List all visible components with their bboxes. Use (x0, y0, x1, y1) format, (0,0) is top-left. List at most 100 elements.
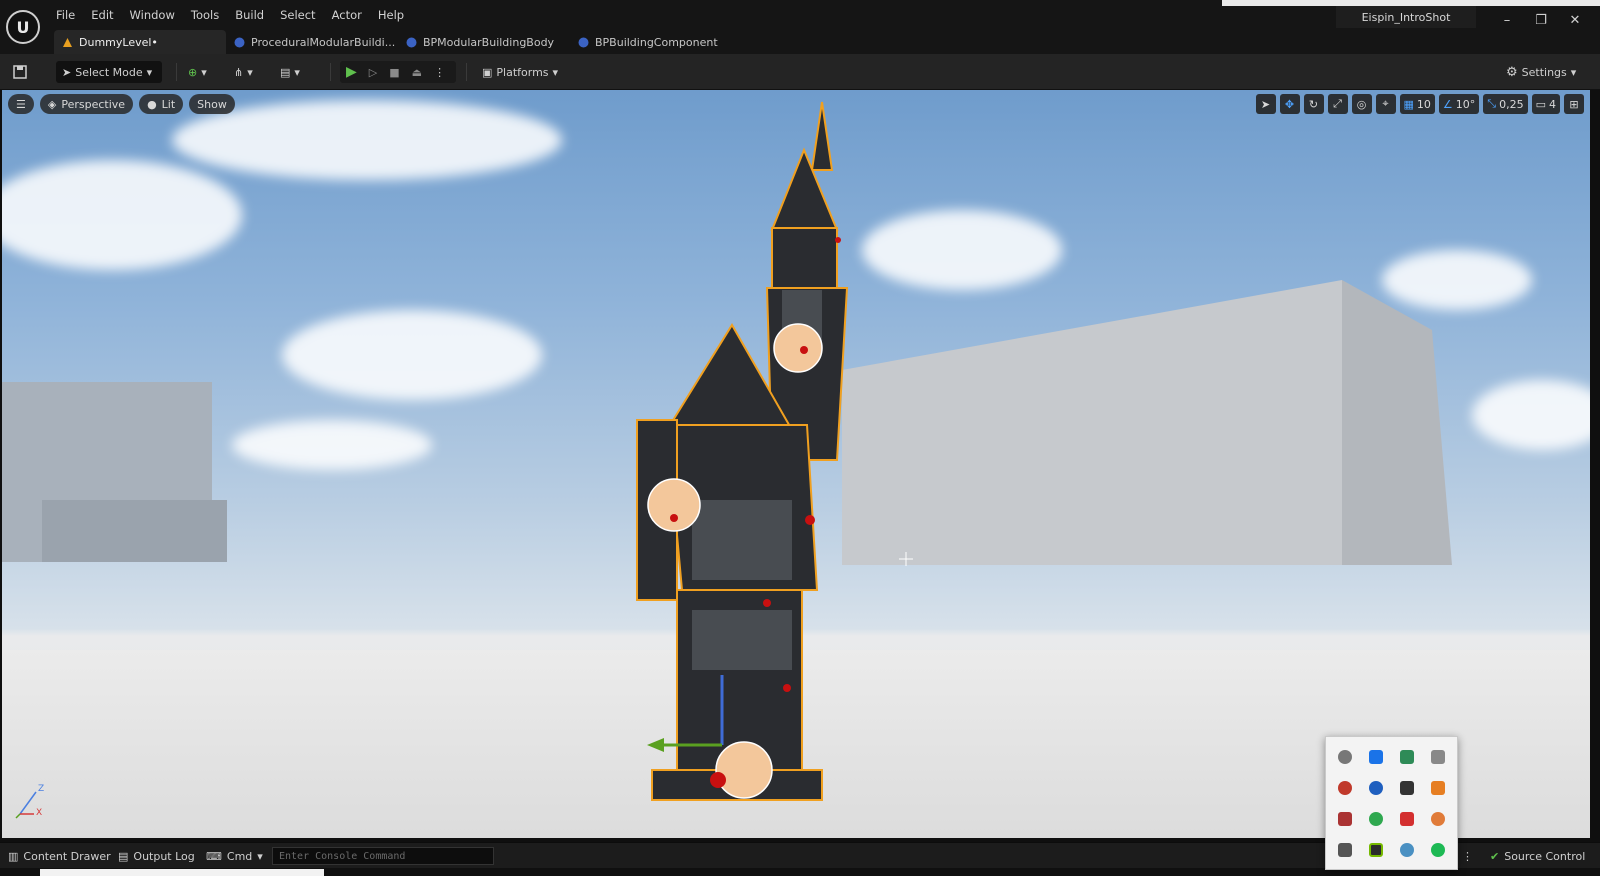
check-circle-icon: ✔ (1490, 849, 1500, 863)
unreal-logo-icon[interactable]: U (6, 10, 40, 44)
settings-dropdown[interactable]: ⚙ Settings ▾ (1506, 61, 1576, 83)
surface-snap-icon[interactable]: ⌖ (1375, 94, 1396, 114)
toolbar-divider (176, 63, 177, 81)
cmd-dropdown[interactable]: ⌨ Cmd ▾ (206, 848, 263, 864)
tab-proceduralmodularbuilding[interactable]: ProceduralModularBuildi... (226, 30, 398, 54)
select-mode-dropdown[interactable]: ➤ Select Mode ▾ (56, 61, 162, 83)
lit-button[interactable]: ● Lit (139, 94, 184, 114)
lit-label: Lit (161, 97, 176, 111)
maximize-viewport-icon[interactable]: ⊞ (1564, 94, 1584, 114)
selected-tower-building[interactable] (622, 100, 882, 820)
window-title: Eispin_IntroShot (1336, 6, 1476, 28)
restore-icon[interactable]: ❐ (1530, 10, 1552, 30)
network-icon[interactable] (1392, 834, 1423, 865)
perspective-button[interactable]: ◈ Perspective (39, 94, 134, 114)
menu-tools[interactable]: Tools (183, 6, 227, 26)
lit-sphere-icon: ● (147, 97, 157, 111)
platforms-label: Platforms (496, 65, 549, 79)
status-more-icon[interactable]: ⋮ (1462, 848, 1473, 864)
platforms-icon: ▣ (482, 65, 493, 79)
shield-icon[interactable] (1392, 741, 1423, 772)
eject-icon[interactable]: ⏏ (412, 66, 422, 79)
content-drawer-label: Content Drawer (23, 849, 111, 863)
scale-tool-icon[interactable]: ⤢ (1327, 94, 1348, 114)
cloud (1472, 380, 1590, 450)
gear-tray-icon[interactable] (1330, 741, 1361, 772)
tab-bpmodularbuildingbody[interactable]: BPModularBuildingBody (398, 30, 570, 54)
blueprint-icon (406, 37, 417, 48)
platforms-dropdown[interactable]: ▣ Platforms ▾ (482, 61, 558, 83)
source-control-button[interactable]: ✔ Source Control (1490, 848, 1585, 864)
select-tool-icon[interactable]: ➤ (1255, 94, 1276, 114)
console-command-input[interactable] (272, 847, 494, 865)
minimize-icon[interactable]: – (1496, 10, 1518, 30)
bluetooth-icon[interactable] (1361, 741, 1392, 772)
spotify-icon[interactable] (1422, 834, 1453, 865)
more-options-icon[interactable]: ⋮ (434, 66, 445, 79)
cloud (2, 160, 242, 270)
menu-select[interactable]: Select (272, 6, 323, 26)
chevron-down-icon: ▾ (552, 65, 559, 79)
cmd-label: Cmd (226, 849, 253, 863)
chevron-down-icon: ▾ (201, 65, 207, 79)
chrome-icon[interactable] (1361, 803, 1392, 834)
add-actor-button[interactable]: ⊕ ▾ (188, 61, 207, 83)
background-window-strip (40, 869, 324, 876)
hamburger-icon: ☰ (16, 97, 26, 111)
close-icon[interactable]: ✕ (1564, 10, 1586, 30)
level-viewport[interactable]: ☰ ◈ Perspective ● Lit Show ➤ ✥ ↻ ⤢ ◎ ⌖ ▦… (2, 90, 1590, 838)
paint-icon[interactable] (1330, 772, 1361, 803)
tab-label: BPBuildingComponent (595, 35, 718, 49)
viewport-options-right: ➤ ✥ ↻ ⤢ ◎ ⌖ ▦ 10 ∠ 10° ⤡ 0,25 ▭ 4 ⊞ (1255, 94, 1584, 114)
play-controls: ▶ ▷ ■ ⏏ ⋮ (340, 61, 456, 83)
display-icon[interactable] (1330, 803, 1361, 834)
usb-icon[interactable] (1422, 741, 1453, 772)
tab-bpbuildingcomponent[interactable]: BPBuildingComponent (570, 30, 742, 54)
menu-file[interactable]: File (48, 6, 83, 26)
menu-edit[interactable]: Edit (83, 6, 121, 26)
lock-icon[interactable] (1330, 834, 1361, 865)
grid-snap-button[interactable]: ▦ 10 (1399, 94, 1435, 114)
cloud (232, 420, 432, 470)
toolbar-divider (466, 63, 467, 81)
rotation-snap-value: 10° (1455, 97, 1476, 111)
save-icon[interactable] (12, 61, 28, 83)
blueprints-button[interactable]: ⋔ ▾ (234, 61, 253, 83)
rotation-snap-button[interactable]: ∠ 10° (1438, 94, 1480, 114)
settings-app-icon[interactable] (1422, 803, 1453, 834)
clapper-icon: ▤ (280, 65, 291, 79)
box-icon[interactable] (1422, 772, 1453, 803)
camera-icon: ▭ (1535, 97, 1546, 111)
rotate-tool-icon[interactable]: ↻ (1303, 94, 1324, 114)
output-log-button[interactable]: ▤ Output Log (118, 848, 195, 864)
output-log-label: Output Log (133, 849, 195, 863)
step-icon[interactable]: ▷ (369, 66, 377, 79)
cinematics-button[interactable]: ▤ ▾ (280, 61, 300, 83)
cursor-icon: ➤ (62, 65, 72, 79)
stop-icon[interactable]: ■ (389, 66, 399, 79)
content-drawer-button[interactable]: ▥ Content Drawer (8, 848, 111, 864)
scale-snap-button[interactable]: ⤡ 0,25 (1483, 94, 1528, 114)
axis-x-label: X (36, 808, 43, 818)
camera-speed-button[interactable]: ▭ 4 (1531, 94, 1560, 114)
drawer-icon: ▥ (8, 849, 19, 863)
menu-actor[interactable]: Actor (324, 6, 370, 26)
blueprint-tree-icon: ⋔ (234, 65, 244, 79)
tab-dummylevel[interactable]: DummyLevel• (54, 30, 226, 54)
axis-gizmo: Z X (12, 782, 52, 822)
menu-help[interactable]: Help (370, 6, 412, 26)
show-label: Show (197, 97, 227, 111)
cloud (862, 210, 1062, 290)
menu-window[interactable]: Window (122, 6, 183, 26)
ink-icon[interactable] (1392, 772, 1423, 803)
menu-build[interactable]: Build (227, 6, 272, 26)
show-button[interactable]: Show (189, 94, 235, 114)
play-icon[interactable]: ▶ (346, 64, 357, 80)
grid-icon: ▦ (1403, 97, 1414, 111)
viewport-menu-button[interactable]: ☰ (8, 94, 34, 114)
nvidia-icon[interactable] (1361, 834, 1392, 865)
r-app-icon[interactable] (1392, 803, 1423, 834)
translate-tool-icon[interactable]: ✥ (1279, 94, 1300, 114)
world-local-icon[interactable]: ◎ (1351, 94, 1372, 114)
sync-icon[interactable] (1361, 772, 1392, 803)
